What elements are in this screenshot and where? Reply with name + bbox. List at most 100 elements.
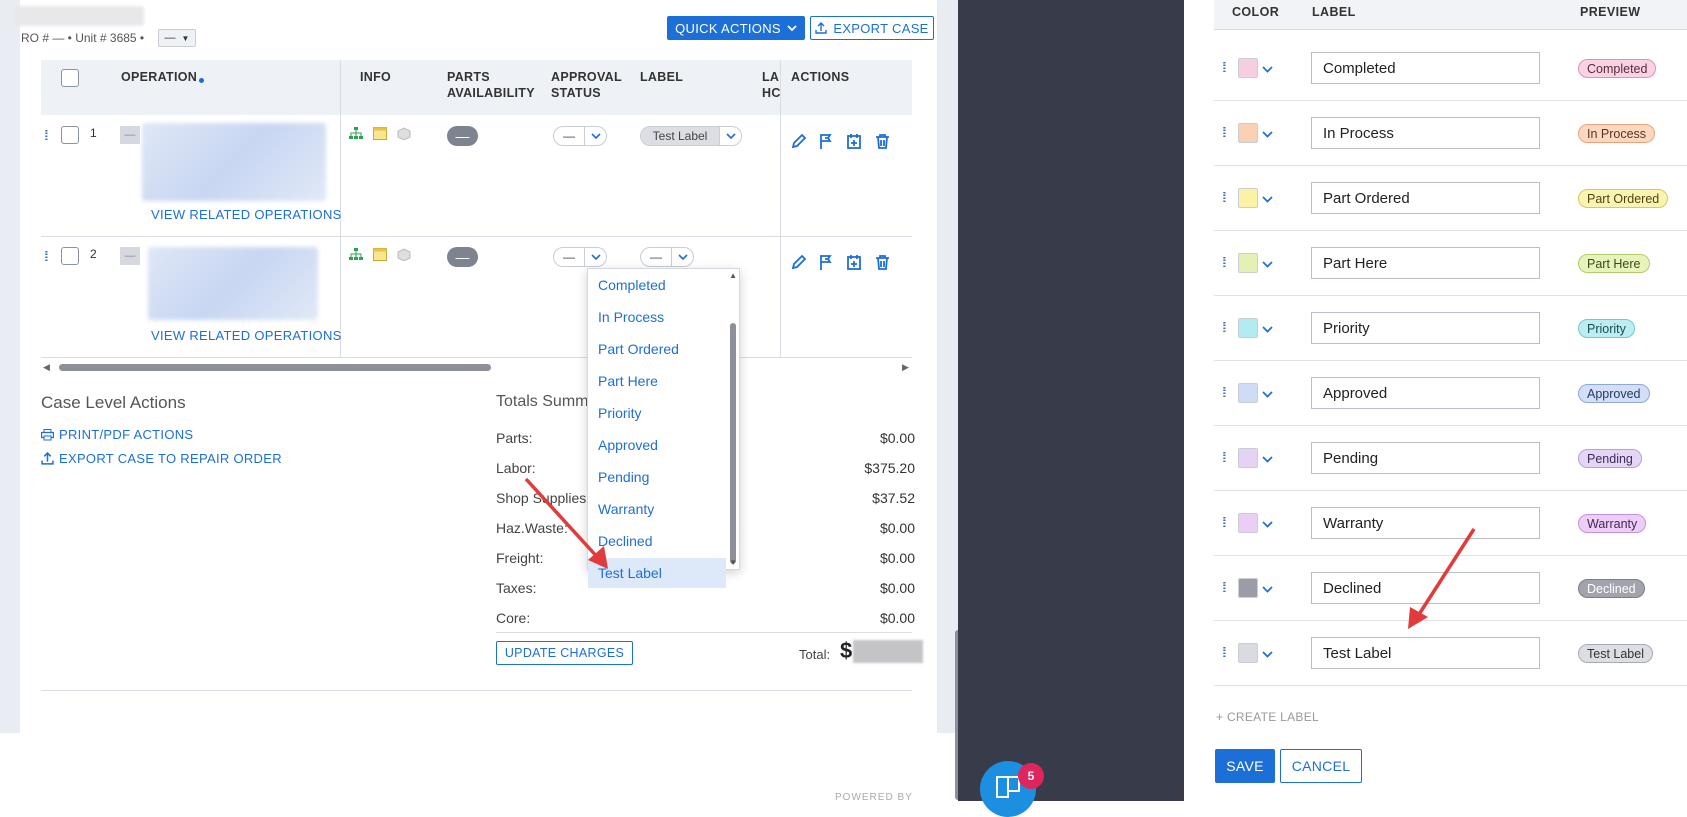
view-related-operations-link[interactable]: VIEW RELATED OPERATIONS: [151, 328, 342, 343]
label-name-input[interactable]: Pending: [1311, 442, 1540, 474]
flag-icon[interactable]: [818, 254, 835, 271]
export-case-button[interactable]: EXPORT CASE: [810, 16, 934, 40]
label-name-input[interactable]: Test Label: [1311, 637, 1540, 669]
export-to-repair-order-link[interactable]: EXPORT CASE TO REPAIR ORDER: [41, 451, 282, 466]
upload-icon: [815, 22, 828, 34]
color-swatch[interactable]: [1238, 188, 1258, 208]
label-name-input[interactable]: Priority: [1311, 312, 1540, 344]
save-button[interactable]: SAVE: [1215, 749, 1275, 783]
calendar-add-icon[interactable]: [846, 254, 863, 271]
flag-icon[interactable]: [818, 133, 835, 150]
row-checkbox[interactable]: [61, 126, 79, 144]
parts-availability-pill[interactable]: —: [447, 126, 478, 146]
create-label-link[interactable]: + CREATE LABEL: [1216, 710, 1319, 724]
note-icon[interactable]: [373, 127, 387, 140]
cancel-button[interactable]: CANCEL: [1280, 749, 1362, 783]
color-swatch[interactable]: [1238, 643, 1258, 663]
chevron-down-icon[interactable]: [1262, 255, 1273, 273]
scroll-right-icon[interactable]: ▶: [902, 362, 909, 373]
chevron-down-icon[interactable]: [1262, 580, 1273, 598]
chevron-down-icon[interactable]: [1262, 125, 1273, 143]
drag-handle-icon[interactable]: ⁞⁞: [1222, 515, 1226, 529]
chevron-down-icon[interactable]: [1262, 320, 1273, 338]
horizontal-scrollbar[interactable]: ◀ ▶: [41, 361, 912, 373]
select-all-checkbox[interactable]: [61, 69, 79, 87]
chevron-down-icon[interactable]: [1262, 190, 1273, 208]
chevron-down-icon[interactable]: [1262, 385, 1273, 403]
drag-handle-icon[interactable]: ⁞⁞: [1222, 60, 1226, 74]
label-option[interactable]: Completed: [588, 270, 726, 300]
notification-badge: 5: [1018, 763, 1044, 789]
totals-line-value: $0.00: [879, 610, 915, 626]
label-name-input[interactable]: Completed: [1311, 52, 1540, 84]
calendar-add-icon[interactable]: [846, 133, 863, 150]
color-swatch[interactable]: [1238, 58, 1258, 78]
scroll-up-icon[interactable]: ▲: [729, 271, 737, 280]
label-option[interactable]: Approved: [588, 430, 726, 460]
label-select[interactable]: Test Label: [640, 126, 742, 146]
ro-status-select[interactable]: — ▼: [158, 29, 196, 47]
drag-handle-icon[interactable]: ⁞⁞: [1222, 580, 1226, 594]
chevron-down-icon[interactable]: [1262, 645, 1273, 663]
drag-handle-icon[interactable]: ⁞⁞: [1222, 320, 1226, 334]
label-option[interactable]: In Process: [588, 302, 726, 332]
trash-icon[interactable]: [874, 254, 891, 271]
color-swatch[interactable]: [1238, 318, 1258, 338]
box-icon[interactable]: [397, 127, 411, 140]
hierarchy-icon[interactable]: [349, 248, 363, 261]
label-name-input[interactable]: Part Here: [1311, 247, 1540, 279]
approval-status-select[interactable]: —: [553, 126, 607, 146]
chevron-down-icon[interactable]: [1262, 515, 1273, 533]
hierarchy-icon[interactable]: [349, 127, 363, 140]
drag-handle-icon[interactable]: ⁞⁞: [1222, 255, 1226, 269]
print-pdf-actions-link[interactable]: PRINT/PDF ACTIONS: [41, 427, 193, 442]
dropdown-scrollbar-thumb[interactable]: [730, 323, 736, 564]
label-name-input[interactable]: Part Ordered: [1311, 182, 1540, 214]
label-option[interactable]: Priority: [588, 398, 726, 428]
totals-line-label: Core:: [496, 610, 531, 626]
edit-icon[interactable]: [790, 133, 807, 150]
color-swatch[interactable]: [1238, 448, 1258, 468]
parts-availability-pill[interactable]: —: [447, 247, 478, 267]
col-operation[interactable]: OPERATION: [121, 69, 205, 85]
label-name-input[interactable]: Approved: [1311, 377, 1540, 409]
chevron-down-icon[interactable]: [1262, 450, 1273, 468]
scroll-left-icon[interactable]: ◀: [43, 362, 50, 373]
ro-status-value: —: [164, 32, 176, 44]
note-icon[interactable]: [373, 248, 387, 261]
view-related-operations-link[interactable]: VIEW RELATED OPERATIONS: [151, 207, 342, 222]
approval-status-select[interactable]: —: [553, 247, 607, 267]
color-swatch[interactable]: [1238, 513, 1258, 533]
drag-handle-icon[interactable]: ⁞⁞: [1222, 190, 1226, 204]
edit-icon[interactable]: [790, 254, 807, 271]
scrollbar-thumb[interactable]: [59, 364, 491, 371]
chevron-down-icon[interactable]: [1262, 60, 1273, 78]
quick-actions-button[interactable]: QUICK ACTIONS: [667, 16, 805, 40]
drag-handle-icon[interactable]: ⁞⁞: [44, 249, 48, 263]
drag-handle-icon[interactable]: ⁞⁞: [1222, 385, 1226, 399]
box-icon[interactable]: [397, 248, 411, 261]
drag-handle-icon[interactable]: ⁞⁞: [1222, 450, 1226, 464]
label-preview-pill: Part Here: [1578, 254, 1650, 273]
trash-icon[interactable]: [874, 133, 891, 150]
label-row: ⁞⁞ Part Here Part Here: [1214, 231, 1687, 296]
row-checkbox[interactable]: [61, 247, 79, 265]
color-swatch[interactable]: [1238, 123, 1258, 143]
update-charges-button[interactable]: UPDATE CHARGES: [496, 641, 633, 665]
label-option[interactable]: Part Here: [588, 366, 726, 396]
total-amount-redacted: [853, 640, 923, 663]
drag-handle-icon[interactable]: ⁞⁞: [44, 128, 48, 142]
scroll-down-icon[interactable]: ▼: [729, 558, 737, 567]
color-swatch[interactable]: [1238, 578, 1258, 598]
color-swatch[interactable]: [1238, 383, 1258, 403]
collapse-button[interactable]: —: [120, 247, 140, 265]
info-icons: [349, 248, 411, 261]
label-select-open[interactable]: —: [640, 247, 694, 267]
drag-handle-icon[interactable]: ⁞⁞: [1222, 125, 1226, 139]
label-name-input[interactable]: In Process: [1311, 117, 1540, 149]
drag-handle-icon[interactable]: ⁞⁞: [1222, 645, 1226, 659]
col-labor-line2: HC: [762, 86, 780, 100]
collapse-button[interactable]: —: [120, 126, 140, 144]
label-option[interactable]: Part Ordered: [588, 334, 726, 364]
color-swatch[interactable]: [1238, 253, 1258, 273]
